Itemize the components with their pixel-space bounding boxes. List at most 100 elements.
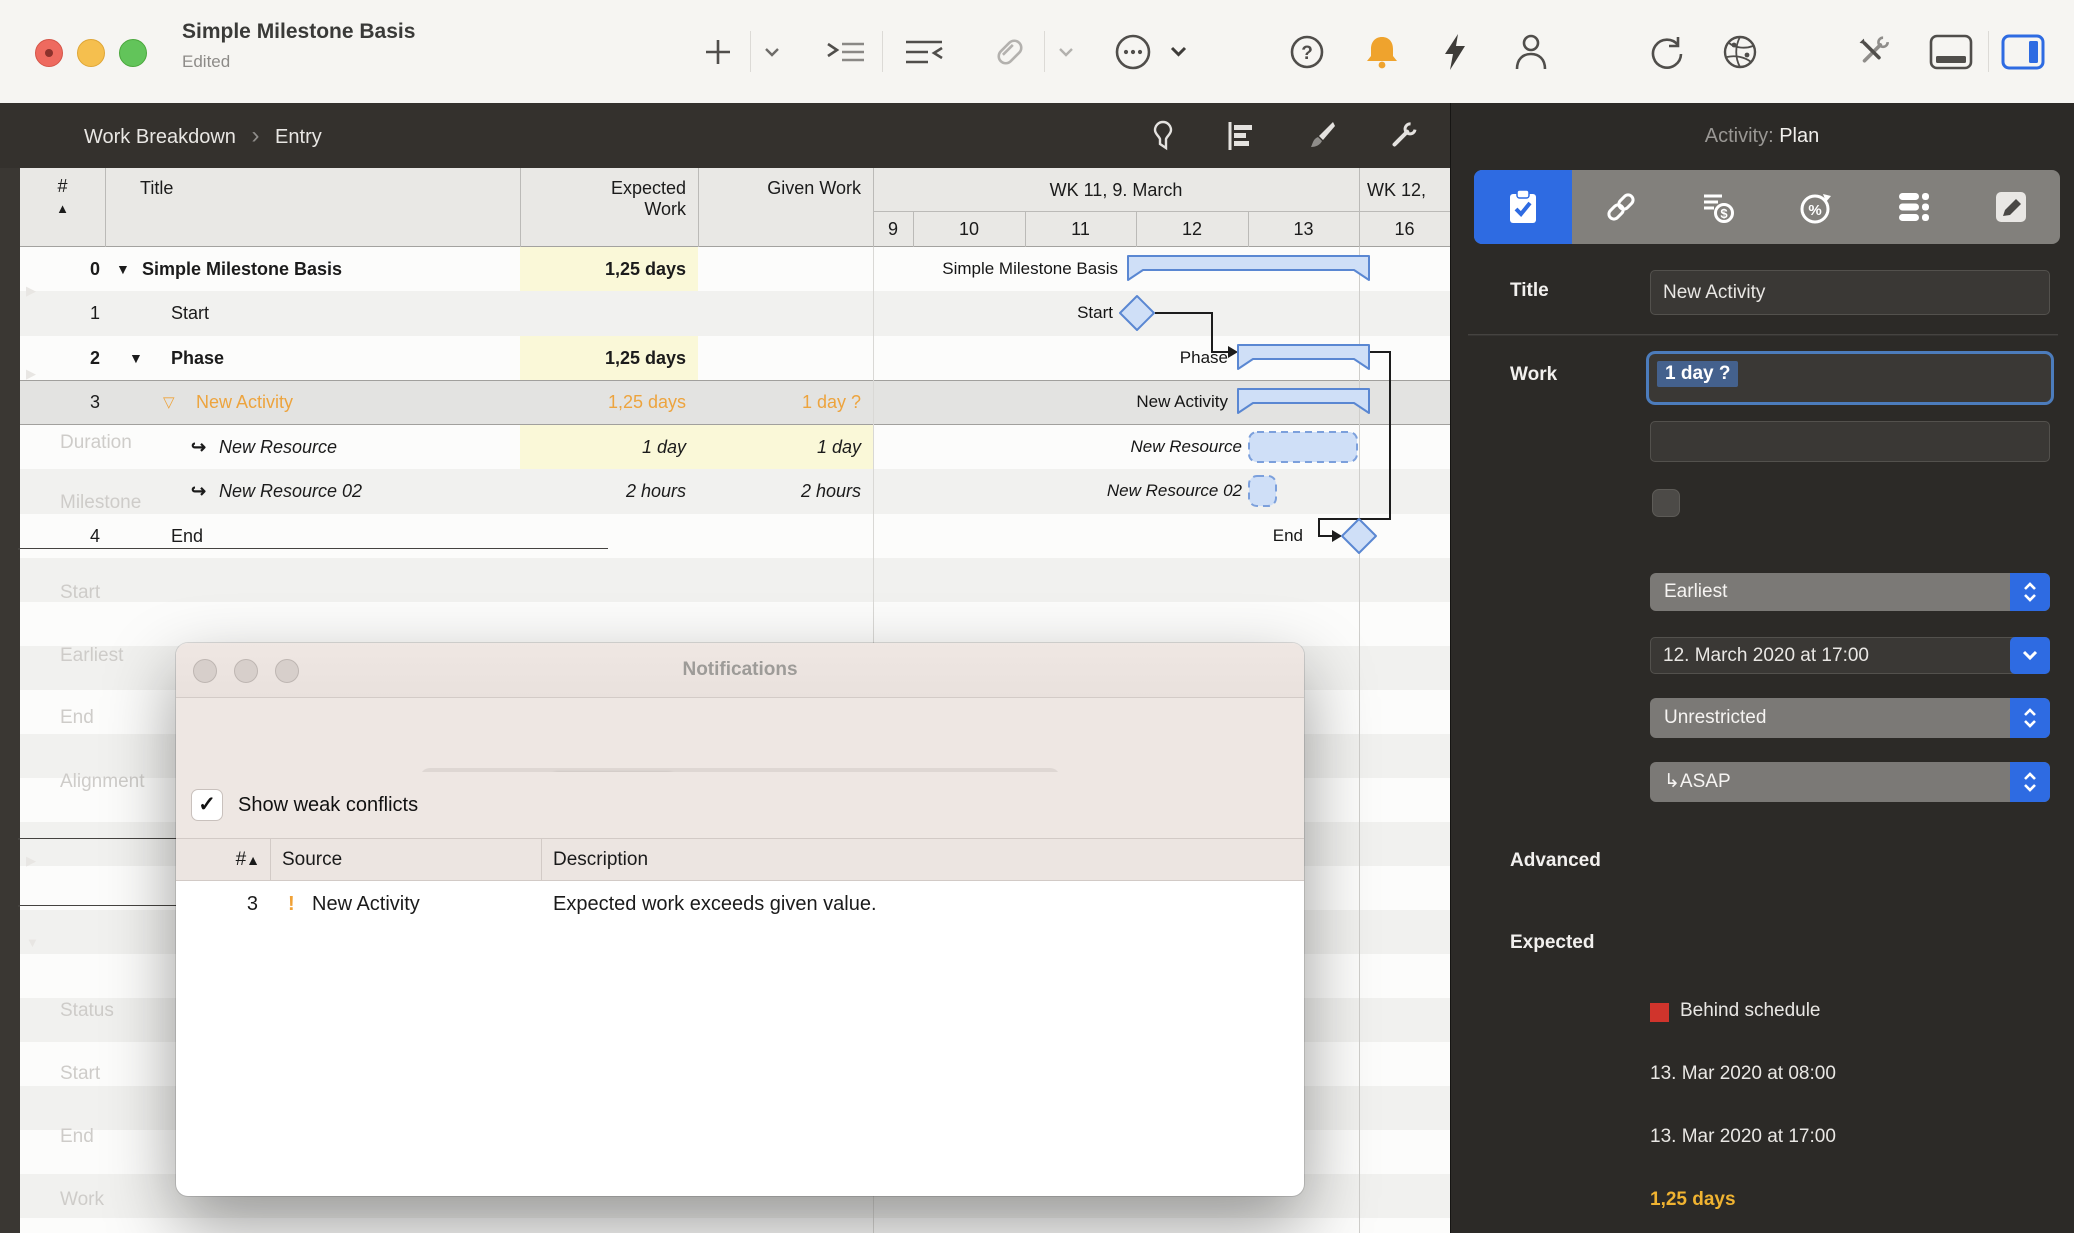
table-row[interactable]: 4 End bbox=[20, 514, 1450, 558]
disclosure-triangle-icon[interactable]: ▶ bbox=[26, 853, 36, 869]
given-work-cell[interactable]: 1 day ? bbox=[698, 381, 861, 424]
column-header-description[interactable]: Description bbox=[553, 839, 648, 880]
title-input[interactable]: New Activity bbox=[1650, 270, 2050, 315]
expected-work-cell[interactable]: 1 day bbox=[520, 425, 686, 469]
stepper-icon[interactable] bbox=[2010, 573, 2050, 611]
more-actions-menu-button[interactable] bbox=[1160, 0, 1196, 103]
column-header-given-work[interactable]: Given Work bbox=[698, 178, 861, 199]
column-header-title[interactable]: Title bbox=[140, 178, 173, 199]
close-button[interactable] bbox=[35, 39, 63, 67]
expected-work-cell[interactable]: 1,25 days bbox=[520, 381, 686, 424]
breadcrumb-view[interactable]: Work Breakdown bbox=[84, 126, 236, 148]
start-popup[interactable]: Earliest bbox=[1650, 573, 2050, 611]
filter-funnel-icon bbox=[1148, 120, 1178, 152]
tab-costs[interactable]: $ bbox=[1669, 170, 1767, 244]
column-header-num[interactable]: # ▲ bbox=[20, 176, 105, 218]
more-actions-button[interactable] bbox=[1108, 0, 1158, 103]
row-title[interactable]: New Resource 02 bbox=[219, 469, 362, 514]
duration-input[interactable] bbox=[1650, 421, 2050, 462]
notifications-titlebar[interactable]: Notifications bbox=[176, 643, 1304, 698]
filter-button[interactable] bbox=[1142, 115, 1184, 157]
table-row-selected[interactable]: 3 ▽ New Activity 1,25 days 1 day ? bbox=[20, 380, 1450, 425]
customize-button[interactable] bbox=[1846, 0, 1900, 103]
column-header-num[interactable]: #▲ bbox=[176, 839, 260, 880]
disclosure-triangle-icon[interactable]: ▶ bbox=[26, 283, 36, 299]
end-popup[interactable]: Unrestricted bbox=[1650, 698, 2050, 738]
disclosure-triangle-icon[interactable]: ▼ bbox=[129, 336, 143, 380]
given-work-cell[interactable]: 1 day bbox=[698, 425, 861, 469]
checkbox-label: Show weak conflicts bbox=[238, 772, 418, 838]
indent-button[interactable] bbox=[818, 0, 874, 103]
duration-field-label: Duration bbox=[60, 432, 132, 454]
expected-work-cell[interactable]: 2 hours bbox=[520, 469, 686, 514]
divider bbox=[270, 838, 271, 881]
table-row[interactable]: 2 ▼ Phase 1,25 days bbox=[20, 336, 1450, 380]
catch-up-button[interactable] bbox=[1432, 0, 1478, 103]
conflict-description: Expected work exceeds given value. bbox=[553, 881, 877, 927]
gantt-label: New Resource bbox=[1131, 425, 1243, 469]
add-task-button[interactable] bbox=[694, 0, 742, 103]
resource-assign-button[interactable] bbox=[1506, 0, 1556, 103]
earliest-date-input[interactable]: 12. March 2020 at 17:00 bbox=[1650, 637, 2050, 674]
sort-ascending-icon[interactable]: ▲ bbox=[56, 201, 69, 216]
minimize-button[interactable] bbox=[77, 39, 105, 67]
chevron-down-icon[interactable] bbox=[2010, 637, 2050, 674]
stepper-icon[interactable] bbox=[2010, 698, 2050, 738]
tab-effort[interactable]: % bbox=[1767, 170, 1865, 244]
add-task-menu-button[interactable] bbox=[752, 0, 792, 103]
stepper-icon[interactable] bbox=[2010, 762, 2050, 802]
tab-assignments[interactable] bbox=[1865, 170, 1963, 244]
zoom-button[interactable] bbox=[275, 659, 299, 683]
minimize-button[interactable] bbox=[234, 659, 258, 683]
given-work-cell[interactable]: 2 hours bbox=[698, 469, 861, 514]
expected-end-label: End bbox=[60, 1126, 94, 1148]
disclosure-triangle-icon[interactable]: ▼ bbox=[116, 247, 130, 291]
weak-conflicts-row: ✓ Show weak conflicts bbox=[176, 772, 1304, 838]
alignment-popup[interactable]: ↳ASAP bbox=[1650, 762, 2050, 802]
tab-task-info[interactable] bbox=[1474, 170, 1572, 244]
column-header-source[interactable]: Source bbox=[282, 839, 342, 880]
toggle-inspector-button[interactable] bbox=[1994, 0, 2052, 103]
table-row[interactable]: 1 Start bbox=[20, 291, 1450, 336]
notification-row[interactable]: 3 ! New Activity Expected work exceeds g… bbox=[176, 881, 1304, 927]
notifications-button[interactable] bbox=[1356, 0, 1408, 103]
row-title[interactable]: Simple Milestone Basis bbox=[142, 247, 342, 291]
row-title[interactable]: Phase bbox=[171, 336, 224, 380]
column-header-expected-work[interactable]: ExpectedWork bbox=[520, 178, 686, 220]
tab-styles[interactable] bbox=[1962, 170, 2060, 244]
publish-button[interactable] bbox=[1714, 0, 1766, 103]
show-weak-conflicts-checkbox[interactable]: ✓ bbox=[191, 789, 223, 821]
close-button[interactable] bbox=[193, 659, 217, 683]
expected-work-cell[interactable]: 1,25 days bbox=[520, 336, 686, 380]
start-field-label: Start bbox=[60, 582, 100, 604]
row-title[interactable]: New Resource bbox=[219, 425, 337, 469]
attach-menu-button[interactable] bbox=[1046, 0, 1086, 103]
outdent-button[interactable] bbox=[896, 0, 952, 103]
style-brush-button[interactable] bbox=[1300, 115, 1342, 157]
window-status: Edited bbox=[182, 52, 230, 72]
help-button[interactable]: ? bbox=[1282, 0, 1332, 103]
disclosure-triangle-icon[interactable]: ▼ bbox=[26, 935, 39, 950]
work-input[interactable]: 1 day ? bbox=[1646, 351, 2054, 405]
toggle-bottom-panel-button[interactable] bbox=[1922, 0, 1980, 103]
table-row[interactable]: 0 ▼ Simple Milestone Basis 1,25 days bbox=[20, 247, 1450, 291]
expected-section-label: Expected bbox=[1510, 932, 1594, 954]
toolbar: Simple Milestone Basis Edited bbox=[0, 0, 2074, 104]
gantt-day-header: 9 bbox=[873, 212, 913, 247]
svg-text:$: $ bbox=[1721, 206, 1729, 221]
row-title[interactable]: End bbox=[171, 514, 203, 558]
warning-exclamation-icon: ! bbox=[288, 881, 295, 927]
disclosure-triangle-icon[interactable]: ▽ bbox=[163, 381, 175, 424]
expected-work-cell[interactable]: 1,25 days bbox=[520, 247, 686, 291]
view-options-button[interactable] bbox=[1220, 115, 1262, 157]
gantt-week-header: WK 11, 9. March bbox=[873, 168, 1359, 212]
inspect-tool-button[interactable] bbox=[1382, 115, 1424, 157]
tab-dependencies[interactable] bbox=[1572, 170, 1670, 244]
row-title[interactable]: Start bbox=[171, 291, 209, 336]
milestone-checkbox[interactable] bbox=[1652, 489, 1680, 517]
breadcrumb-mode[interactable]: Entry bbox=[275, 126, 322, 148]
zoom-button[interactable] bbox=[119, 39, 147, 67]
attach-button[interactable] bbox=[984, 0, 1036, 103]
sync-button[interactable] bbox=[1640, 0, 1692, 103]
row-title[interactable]: New Activity bbox=[196, 381, 293, 424]
